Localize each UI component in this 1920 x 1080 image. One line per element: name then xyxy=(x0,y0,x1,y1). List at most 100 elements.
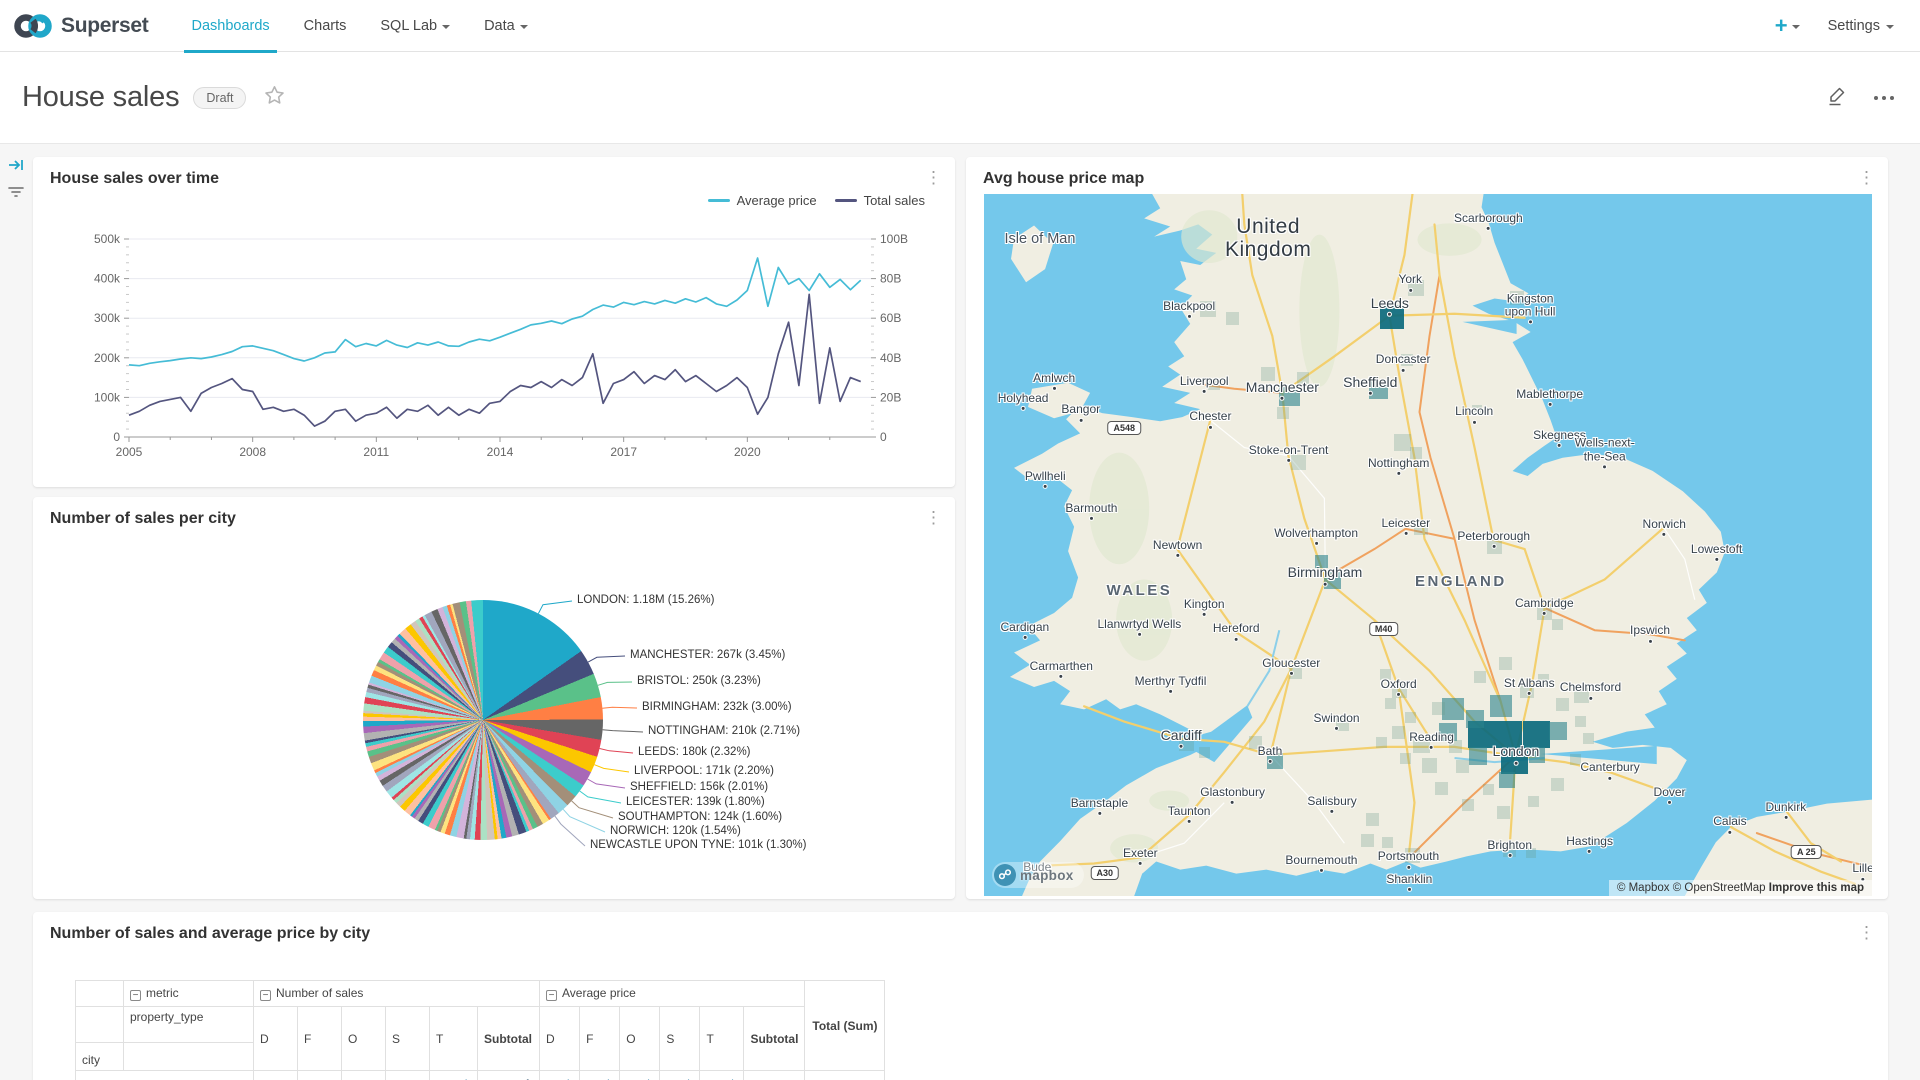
svg-text:2011: 2011 xyxy=(363,445,389,459)
map-base-layer xyxy=(984,194,1872,896)
pivot-table: −metric−Number of sales−Average priceTot… xyxy=(75,980,885,1080)
favorite-star-icon[interactable] xyxy=(264,85,285,110)
pie-slice-label: SOUTHAMPTON: 124k (1.60%) xyxy=(618,811,782,823)
chevron-down-icon xyxy=(1792,25,1800,29)
cell-value: 841 xyxy=(386,1071,430,1080)
cell-value: 294k xyxy=(700,1071,744,1080)
svg-text:2008: 2008 xyxy=(239,445,266,459)
filter-icon[interactable] xyxy=(7,184,25,205)
superset-infinity-icon xyxy=(12,11,54,41)
chart-card-avg-house-price-map: Avg house price map ⋮ xyxy=(966,157,1888,899)
chart-card-sales-and-price-by-city: Number of sales and average price by cit… xyxy=(33,912,1888,1080)
brand-name: Superset xyxy=(61,14,148,38)
cell-value: 555k xyxy=(540,1071,580,1080)
collapse-icon[interactable]: − xyxy=(546,990,557,1001)
superset-logo[interactable]: Superset xyxy=(12,11,148,41)
status-badge: Draft xyxy=(193,87,246,109)
legend-swatch xyxy=(708,199,730,202)
page-title: House sales xyxy=(22,81,179,114)
cell-value: 746k xyxy=(620,1071,660,1080)
settings-label: Settings xyxy=(1828,18,1880,34)
cell-value: 1.12k xyxy=(430,1071,478,1080)
series-average-price[interactable] xyxy=(129,258,861,366)
nav-item-sql-lab[interactable]: SQL Lab xyxy=(363,0,467,52)
chart-legend: Average price Total sales xyxy=(708,193,925,208)
svg-text:100k: 100k xyxy=(94,390,121,404)
chart-card-house-sales-over-time: House sales over time ⋮ Average price Tot… xyxy=(33,157,955,487)
chart-title: Number of sales per city xyxy=(50,510,236,528)
chart-menu-icon[interactable]: ⋮ xyxy=(1855,921,1878,944)
chart-menu-icon[interactable]: ⋮ xyxy=(1855,166,1878,189)
pie-slice-label: BRISTOL: 250k (3.23%) xyxy=(637,675,761,687)
map-attribution: © Mapbox © OpenStreetMap Improve this ma… xyxy=(1609,880,1872,896)
nav-item-label: Data xyxy=(484,18,515,34)
pie-chart[interactable] xyxy=(363,600,603,840)
cell-value: 202k xyxy=(580,1071,620,1080)
top-nav: Superset Dashboards Charts SQL Lab Data + S… xyxy=(0,0,1920,52)
svg-text:200k: 200k xyxy=(94,351,121,365)
chart-title: House sales over time xyxy=(50,170,219,188)
edit-dashboard-icon[interactable] xyxy=(1826,84,1848,111)
pie-slice-label: NEWCASTLE UPON TYNE: 101k (1.30%) xyxy=(590,839,806,851)
cell-value: 2.18M xyxy=(744,1071,805,1080)
svg-text:100B: 100B xyxy=(880,232,908,246)
chevron-down-icon xyxy=(520,25,528,29)
more-actions-icon[interactable] xyxy=(1874,96,1894,100)
settings-menu[interactable]: Settings xyxy=(1828,18,1894,34)
collapse-icon[interactable]: − xyxy=(260,990,271,1001)
cell-value: 26 xyxy=(342,1071,386,1080)
svg-text:80B: 80B xyxy=(880,272,901,286)
nav-item-data[interactable]: Data xyxy=(467,0,545,52)
map-canvas[interactable]: United KingdomIsle of ManWALESENGLANDSca… xyxy=(984,194,1872,896)
legend-item[interactable]: Average price xyxy=(708,193,817,208)
svg-text:20B: 20B xyxy=(880,390,901,404)
filter-rail xyxy=(0,144,33,1080)
pie-slice-label: NOTTINGHAM: 210k (2.71%) xyxy=(648,725,800,737)
pie-slice-label: LONDON: 1.18M (15.26%) xyxy=(577,594,714,606)
cell-total: 2.18M xyxy=(805,1071,885,1080)
nav-item-label: SQL Lab xyxy=(380,18,437,34)
svg-text:2020: 2020 xyxy=(734,445,761,459)
svg-text:500k: 500k xyxy=(94,232,121,246)
pie-slice-label: LIVERPOOL: 171k (2.20%) xyxy=(634,765,774,777)
add-new-button[interactable]: + xyxy=(1775,15,1800,37)
improve-map-link[interactable]: Improve this map xyxy=(1769,882,1864,894)
svg-text:0: 0 xyxy=(880,430,887,444)
cell-value: 539 xyxy=(254,1071,298,1080)
cell-value: 635 xyxy=(298,1071,342,1080)
nav-menu: Dashboards Charts SQL Lab Data xyxy=(174,0,544,52)
legend-label: Average price xyxy=(737,193,817,208)
chart-title: Avg house price map xyxy=(983,170,1144,188)
cell-value: 3.16k xyxy=(478,1071,540,1080)
line-chart[interactable]: 00100k20B200k40B300k60B400k80B500k100B20… xyxy=(49,209,939,485)
pie-slice-label: MANCHESTER: 267k (3.45%) xyxy=(630,649,785,661)
mapbox-logo[interactable]: ☍ mapbox xyxy=(992,862,1084,888)
chevron-down-icon xyxy=(442,25,450,29)
nav-item-charts[interactable]: Charts xyxy=(287,0,364,52)
attribution-text: © Mapbox © OpenStreetMap xyxy=(1617,882,1766,894)
pie-slice-label: SHEFFIELD: 156k (2.01%) xyxy=(630,781,768,793)
chevron-down-icon xyxy=(1886,25,1894,29)
pie-slice-label: LEEDS: 180k (2.32%) xyxy=(638,746,751,758)
legend-item[interactable]: Total sales xyxy=(835,193,925,208)
series-total-sales[interactable] xyxy=(129,294,861,426)
mapbox-wordmark: mapbox xyxy=(1020,868,1074,883)
svg-text:2005: 2005 xyxy=(116,445,143,459)
dashboard-canvas: House sales over time ⋮ Average price Tot… xyxy=(0,144,1920,1080)
svg-text:40B: 40B xyxy=(880,351,901,365)
svg-text:60B: 60B xyxy=(880,311,901,325)
nav-item-dashboards[interactable]: Dashboards xyxy=(174,0,286,52)
nav-item-label: Dashboards xyxy=(191,18,269,34)
nav-item-label: Charts xyxy=(304,18,347,34)
plus-icon: + xyxy=(1775,15,1788,37)
collapse-icon[interactable]: − xyxy=(130,990,141,1001)
expand-filter-bar-icon[interactable] xyxy=(7,156,25,179)
legend-swatch xyxy=(835,199,857,202)
chart-menu-icon[interactable]: ⋮ xyxy=(922,506,945,529)
pie-slice-label: NORWICH: 120k (1.54%) xyxy=(610,825,741,837)
svg-text:300k: 300k xyxy=(94,311,121,325)
svg-text:2014: 2014 xyxy=(487,445,514,459)
legend-label: Total sales xyxy=(864,193,925,208)
chart-menu-icon[interactable]: ⋮ xyxy=(922,166,945,189)
svg-text:2017: 2017 xyxy=(610,445,637,459)
